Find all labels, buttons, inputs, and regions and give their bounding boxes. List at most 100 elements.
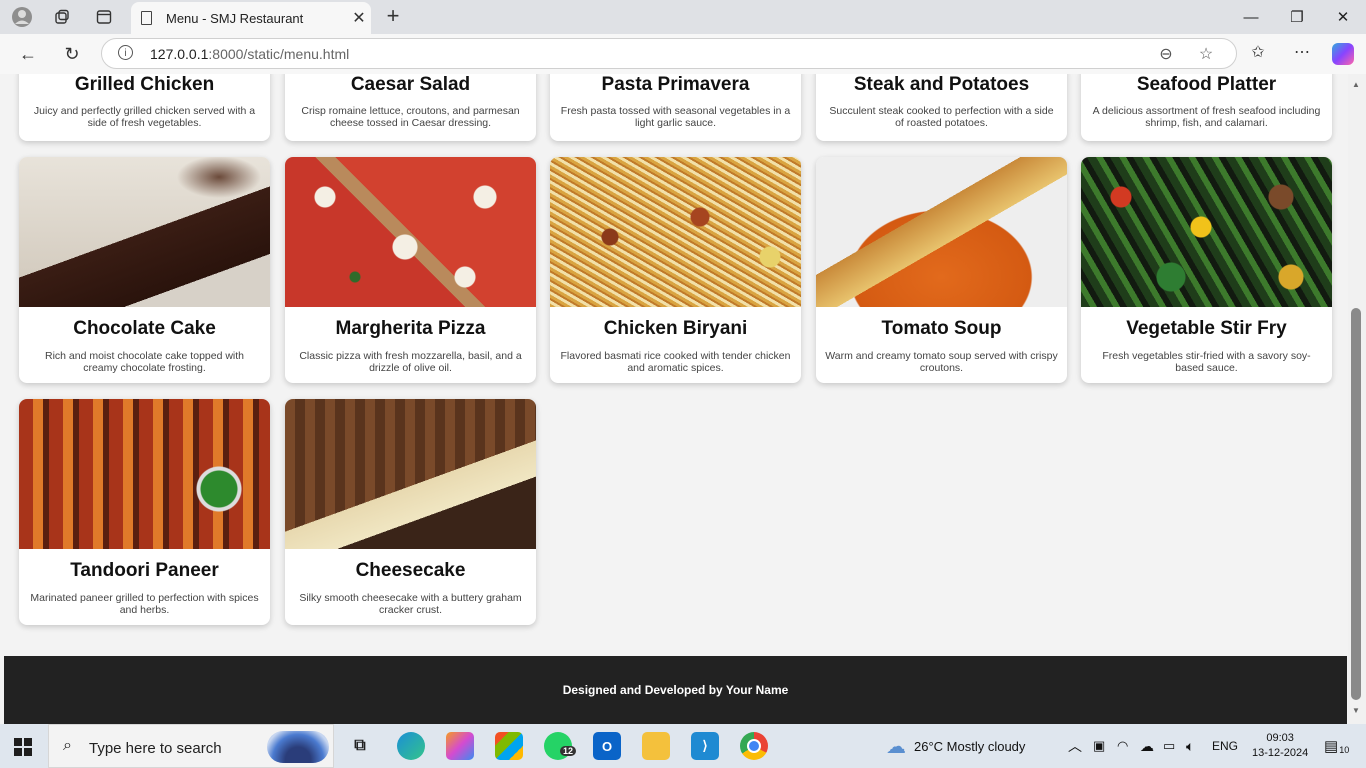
language-text: ENG: [1212, 739, 1239, 753]
menu-card: Chicken Biryani Flavored basmati rice co…: [550, 157, 801, 383]
windows-start-icon[interactable]: [14, 738, 32, 756]
toolbar: ← ↻ i 127.0.0.1:8000/static/menu.html ⊖ …: [0, 34, 1366, 75]
battery-icon[interactable]: ▭: [1163, 724, 1175, 768]
volume-icon[interactable]: 🔈︎: [1186, 724, 1194, 768]
language-indicator[interactable]: ENG: [1212, 724, 1238, 768]
menu-item-description: Crisp romaine lettuce, croutons, and par…: [301, 105, 520, 129]
camera-icon[interactable]: ▣: [1093, 724, 1105, 768]
favorite-star-icon[interactable]: ☆: [1194, 44, 1218, 64]
menu-item-title: Chicken Biryani: [603, 318, 748, 339]
back-icon[interactable]: ←: [13, 40, 43, 68]
onedrive-cloud-icon[interactable]: ☁: [1140, 724, 1154, 768]
show-hidden-icons[interactable]: ︿: [1068, 724, 1082, 768]
refresh-icon[interactable]: ↻: [57, 40, 87, 68]
footer-text: Designed and Developed by Your Name: [562, 683, 789, 697]
tab-strip: Menu - SMJ Restaurant ✕ + — ❐ ✕: [0, 0, 1366, 34]
task-view-icon[interactable]: ⧉: [346, 732, 374, 760]
menu-item-title: Pasta Primavera: [601, 74, 750, 95]
address-bar[interactable]: i 127.0.0.1:8000/static/menu.html ⊖ ☆: [101, 38, 1237, 69]
menu-item-title: Cheesecake: [355, 560, 466, 581]
menu-item-title: Margherita Pizza: [335, 318, 486, 339]
scroll-down-icon[interactable]: ▼: [1352, 706, 1360, 715]
menu-item-description: Fresh pasta tossed with seasonal vegetab…: [560, 105, 791, 129]
search-icon: ⌕: [63, 737, 72, 754]
tandoori-paneer-image: [19, 399, 270, 549]
copilot-icon[interactable]: [1332, 43, 1354, 65]
menu-item-description: Rich and moist chocolate cake topped wit…: [44, 350, 245, 374]
notification-icon: ▤: [1324, 738, 1339, 755]
tab-actions-icon[interactable]: [90, 4, 118, 30]
menu-card: Tandoori Paneer Marinated paneer grilled…: [19, 399, 270, 625]
margherita-pizza-image: [285, 157, 536, 307]
menu-item-title: Tandoori Paneer: [70, 560, 219, 581]
more-menu-icon[interactable]: ⋯: [1288, 42, 1316, 66]
profile-icon[interactable]: [8, 4, 36, 30]
edge-icon[interactable]: [397, 732, 425, 760]
search-highlight-image: [267, 731, 329, 763]
vscode-icon[interactable]: ⟩: [691, 732, 719, 760]
menu-card: Steak and Potatoes Succulent steak cooke…: [816, 74, 1067, 141]
whatsapp-icon[interactable]: 12: [544, 732, 577, 760]
workspaces-icon[interactable]: [48, 4, 76, 30]
tab-menu-smj-restaurant[interactable]: Menu - SMJ Restaurant ✕: [131, 2, 371, 34]
menu-item-description: Flavored basmati rice cooked with tender…: [560, 350, 791, 374]
search-placeholder: Type here to search: [89, 740, 222, 757]
new-tab-icon[interactable]: +: [380, 4, 406, 30]
menu-card: Caesar Salad Crisp romaine lettuce, crou…: [285, 74, 536, 141]
url-text: 127.0.0.1:8000/static/menu.html: [150, 46, 349, 62]
menu-card: Seafood Platter A delicious assortment o…: [1081, 74, 1332, 141]
clock[interactable]: 09:03 13-12-2024: [1252, 724, 1308, 768]
scrollbar-thumb[interactable]: [1351, 308, 1361, 700]
site-info-icon[interactable]: i: [118, 45, 133, 60]
chocolate-cake-image: [19, 157, 270, 307]
menu-item-description: Juicy and perfectly grilled chicken serv…: [33, 105, 256, 129]
notification-center-icon[interactable]: ▤ 10: [1324, 724, 1349, 768]
copilot-app-icon[interactable]: [446, 732, 474, 760]
restore-icon[interactable]: ❐: [1274, 0, 1320, 34]
url-path: :8000/static/menu.html: [208, 46, 350, 62]
menu-item-description: A delicious assortment of fresh seafood …: [1092, 105, 1321, 129]
chicken-biryani-image: [550, 157, 801, 307]
page-icon: [141, 11, 152, 25]
clock-date: 13-12-2024: [1252, 747, 1309, 759]
page-footer: Designed and Developed by Your Name: [4, 656, 1347, 724]
microsoft-store-icon[interactable]: [495, 732, 523, 760]
menu-card: Pasta Primavera Fresh pasta tossed with …: [550, 74, 801, 141]
url-host: 127.0.0.1: [150, 46, 209, 62]
outlook-icon[interactable]: O: [593, 732, 621, 760]
menu-item-title: Grilled Chicken: [74, 74, 215, 95]
menu-card: Tomato Soup Warm and creamy tomato soup …: [816, 157, 1067, 383]
menu-item-title: Caesar Salad: [350, 74, 471, 95]
menu-item-description: Warm and creamy tomato soup served with …: [825, 350, 1058, 374]
menu-item-description: Silky smooth cheesecake with a buttery g…: [299, 592, 522, 616]
menu-item-description: Classic pizza with fresh mozzarella, bas…: [299, 350, 522, 374]
menu-card: Margherita Pizza Classic pizza with fres…: [285, 157, 536, 383]
page-viewport: Grilled Chicken Juicy and perfectly gril…: [0, 74, 1348, 724]
menu-item-description: Fresh vegetables stir-fried with a savor…: [1102, 350, 1311, 374]
whatsapp-badge: 12: [560, 746, 577, 756]
menu-card: Grilled Chicken Juicy and perfectly gril…: [19, 74, 270, 141]
weather-widget[interactable]: ☁ 26°C Mostly cloudy: [886, 724, 1025, 768]
scroll-up-icon[interactable]: ▲: [1352, 80, 1360, 89]
clock-time: 09:03: [1266, 732, 1294, 744]
chrome-icon[interactable]: [740, 732, 768, 760]
wifi-icon[interactable]: ◠: [1117, 724, 1128, 768]
file-explorer-icon[interactable]: [642, 732, 670, 760]
taskbar-search-box[interactable]: ⌕ Type here to search: [48, 724, 334, 768]
vertical-scrollbar[interactable]: ▲ ▼: [1348, 74, 1366, 724]
favorites-icon[interactable]: ✩: [1244, 42, 1272, 66]
menu-card: Chocolate Cake Rich and moist chocolate …: [19, 157, 270, 383]
vegetable-stir-fry-image: [1081, 157, 1332, 307]
weather-text: 26°C Mostly cloudy: [914, 738, 1026, 754]
tab-title: Menu - SMJ Restaurant: [166, 10, 304, 26]
menu-item-title: Vegetable Stir Fry: [1126, 318, 1287, 339]
tomato-soup-image: [816, 157, 1067, 307]
close-tab-icon[interactable]: ✕: [347, 8, 371, 28]
minimize-icon[interactable]: —: [1228, 0, 1274, 34]
zoom-out-icon[interactable]: ⊖: [1154, 44, 1178, 64]
close-window-icon[interactable]: ✕: [1320, 0, 1366, 34]
menu-item-title: Chocolate Cake: [73, 318, 216, 339]
menu-card: Vegetable Stir Fry Fresh vegetables stir…: [1081, 157, 1332, 383]
cloud-icon: ☁: [886, 735, 906, 758]
menu-item-title: Seafood Platter: [1136, 74, 1277, 95]
